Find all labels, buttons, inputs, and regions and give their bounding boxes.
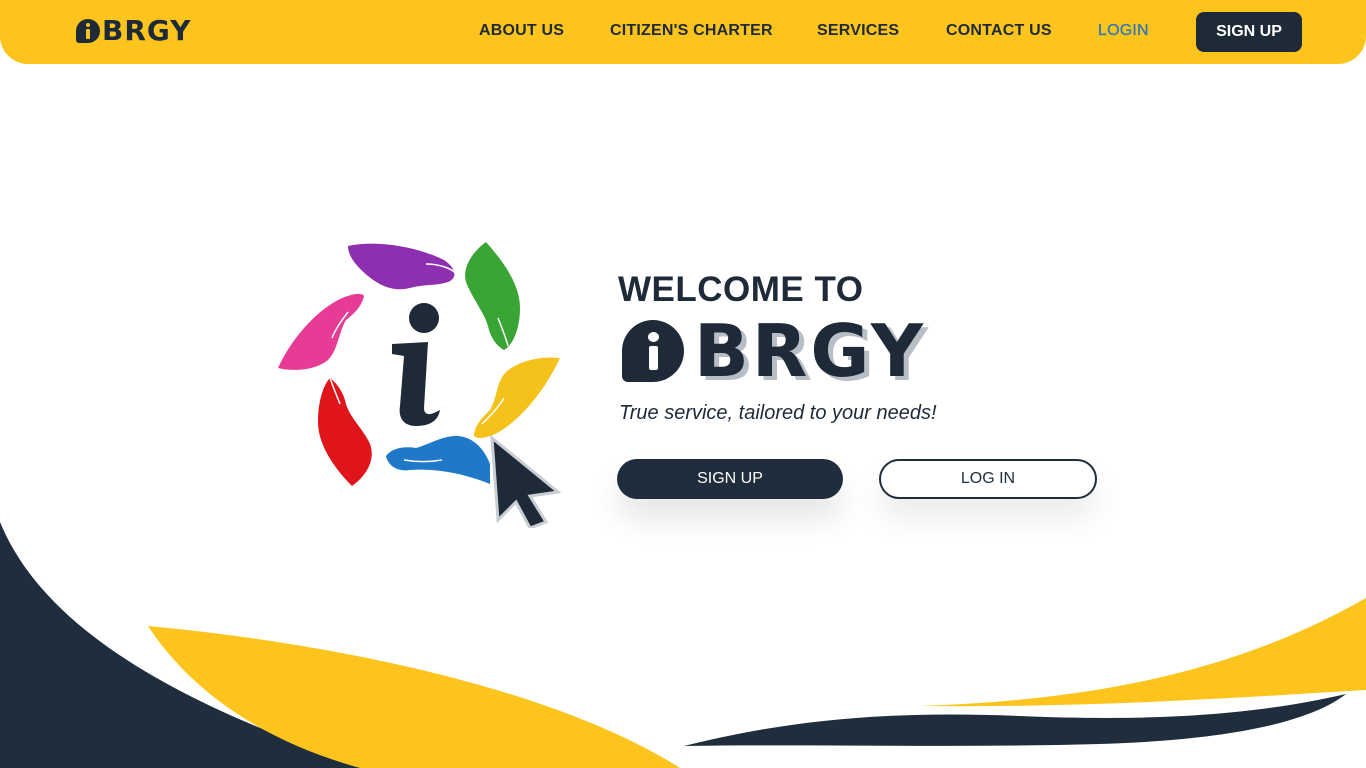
hands-logo-icon: [278, 242, 562, 528]
info-i-glyph: [392, 303, 440, 426]
hand-green: [465, 242, 520, 350]
hero-login-button[interactable]: LOG IN: [879, 459, 1097, 499]
nav-signup-button[interactable]: SIGN UP: [1196, 12, 1302, 52]
nav-contact-us[interactable]: CONTACT US: [946, 22, 1052, 40]
top-navbar: BRGY ABOUT US CITIZEN'S CHARTER SERVICES…: [0, 0, 1366, 64]
hero-tagline: True service, tailored to your needs!: [619, 402, 937, 424]
nav-about-us[interactable]: ABOUT US: [479, 22, 564, 40]
nav-citizens-charter[interactable]: CITIZEN'S CHARTER: [610, 22, 773, 40]
welcome-heading: WELCOME TO: [618, 270, 864, 309]
nav-services[interactable]: SERVICES: [817, 22, 899, 40]
hero-signup-button[interactable]: SIGN UP: [617, 459, 843, 499]
hero-brand-name: BRGY: [694, 309, 926, 393]
brand-name: BRGY: [102, 14, 192, 47]
brand-logo[interactable]: BRGY: [76, 14, 192, 48]
wave-yellow-right: [920, 598, 1366, 707]
brgy-logo-icon: [76, 19, 100, 43]
hand-blue: [386, 436, 490, 484]
hand-yellow: [474, 357, 560, 438]
hero-brand-logo: BRGY: [622, 309, 926, 393]
hand-purple: [348, 243, 457, 290]
decorative-waves: [0, 522, 1366, 768]
nav-login[interactable]: LOGIN: [1098, 22, 1149, 40]
hand-red: [318, 377, 372, 486]
brgy-logo-icon: [622, 320, 684, 382]
hand-pink: [278, 293, 364, 370]
